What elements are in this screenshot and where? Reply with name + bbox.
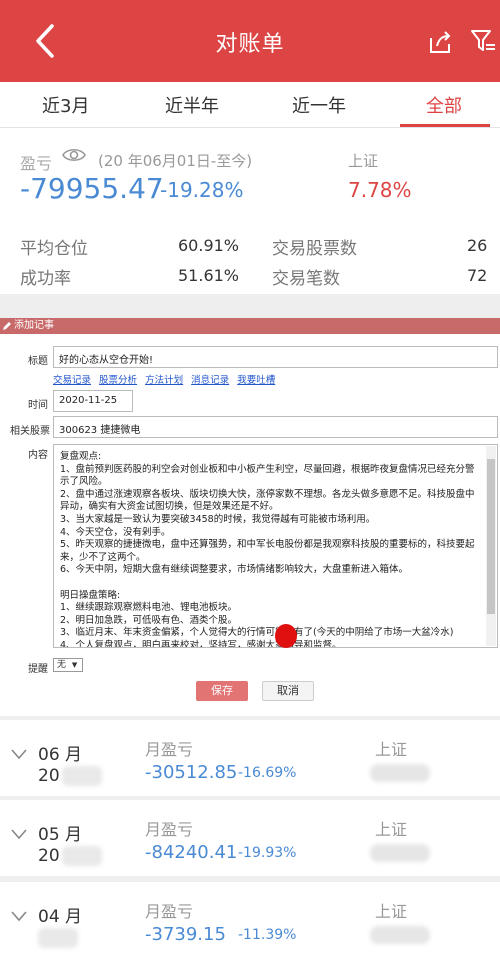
month-row[interactable]: 05 月 20 月盈亏 -84240.41 -19.93% 上证 — [0, 800, 500, 876]
stock-count-label: 交易股票数 — [272, 239, 357, 259]
link-trade-record[interactable]: 交易记录 — [53, 375, 91, 386]
blurred-year — [38, 928, 78, 948]
content-text: 复盘观点: 1、盘前预判医药股的利空会对创业板和中小板产生利空，尽量回避，根据昨… — [60, 451, 475, 648]
form-header: 添加记事 — [0, 318, 500, 334]
month-pl-percent: -19.93% — [238, 845, 297, 861]
total-pl-percent: -19.28% — [160, 178, 244, 202]
period-tabs: 近3月 近半年 近一年 全部 — [0, 82, 500, 128]
index-label: 上证 — [348, 152, 379, 170]
filter-icon[interactable] — [470, 28, 496, 54]
form-header-label: 添加记事 — [14, 320, 54, 331]
chevron-down-icon — [11, 829, 27, 840]
month-row[interactable]: 04 月 月盈亏 -3739.15 -11.39% 上证 — [0, 882, 500, 960]
chevron-down-icon — [11, 749, 27, 760]
chevron-down-icon — [11, 911, 27, 922]
top-bar: 对账单 — [0, 0, 500, 82]
month-pl-value: -30512.85 — [145, 762, 238, 783]
pencil-icon — [3, 322, 11, 330]
remind-value: 无 — [57, 660, 67, 670]
share-icon[interactable] — [427, 30, 453, 56]
blurred-year — [62, 846, 102, 866]
red-marker — [275, 624, 297, 648]
time-field-label: 时间 — [28, 400, 48, 411]
link-news-record[interactable]: 消息记录 — [191, 375, 229, 386]
content-field-label: 内容 — [28, 450, 48, 461]
tab-all[interactable]: 全部 — [426, 92, 462, 118]
year-label: 20 — [38, 766, 60, 786]
date-range: (20 年06月01日-至今) — [98, 152, 253, 170]
trade-count-label: 交易笔数 — [272, 269, 340, 289]
month-row[interactable]: 06 月 20 月盈亏 -30512.85 -16.69% 上证 — [0, 720, 500, 796]
month-pl-label: 月盈亏 — [145, 902, 194, 921]
month-label: 06 月 — [38, 745, 83, 765]
tab-one-year[interactable]: 近一年 — [292, 92, 346, 118]
time-input[interactable]: 2020-11-25 — [53, 390, 133, 412]
avg-position-value: 60.91% — [178, 236, 240, 255]
blurred-index-value — [370, 844, 430, 862]
month-index-label: 上证 — [375, 820, 408, 839]
add-note-form: 添加记事 标题 好的心态从空仓开始! 交易记录 股票分析 方法计划 消息记录 我… — [0, 318, 500, 716]
cancel-button[interactable]: 取消 — [262, 681, 314, 701]
win-rate-value: 51.61% — [178, 266, 240, 285]
title-input[interactable]: 好的心态从空仓开始! — [53, 346, 498, 368]
month-pl-label: 月盈亏 — [145, 740, 194, 759]
stock-count-value: 26 — [467, 236, 488, 255]
total-pl-value: -79955.47 — [20, 172, 164, 205]
month-index-label: 上证 — [375, 902, 408, 921]
stock-field-label: 相关股票 — [10, 426, 50, 437]
month-pl-percent: -11.39% — [238, 927, 297, 943]
stock-input[interactable]: 300623 捷捷微电 — [53, 416, 498, 438]
category-links: 交易记录 股票分析 方法计划 消息记录 我要吐槽 — [53, 372, 280, 386]
index-percent: 7.78% — [348, 178, 412, 202]
pl-label: 盈亏 — [20, 154, 53, 173]
textarea-scroll-thumb[interactable] — [487, 459, 495, 614]
link-method-plan[interactable]: 方法计划 — [145, 375, 183, 386]
month-label: 04 月 — [38, 907, 83, 927]
blurred-index-value — [370, 764, 430, 782]
dropdown-arrow-icon: ▼ — [71, 661, 78, 669]
save-button[interactable]: 保存 — [196, 681, 248, 701]
blurred-year — [62, 766, 102, 786]
month-pl-value: -84240.41 — [145, 842, 238, 863]
link-complaint[interactable]: 我要吐槽 — [237, 375, 275, 386]
title-field-label: 标题 — [28, 356, 48, 367]
month-pl-label: 月盈亏 — [145, 820, 194, 839]
eye-icon[interactable] — [62, 146, 86, 164]
month-pl-value: -3739.15 — [145, 924, 226, 945]
tab-3-months[interactable]: 近3月 — [42, 92, 89, 118]
blurred-index-value — [370, 926, 430, 944]
month-index-label: 上证 — [375, 740, 408, 759]
link-stock-analysis[interactable]: 股票分析 — [99, 375, 137, 386]
avg-position-label: 平均仓位 — [20, 239, 88, 259]
trade-count-value: 72 — [467, 266, 488, 285]
remind-select[interactable]: 无 ▼ — [53, 658, 83, 672]
tab-half-year[interactable]: 近半年 — [165, 92, 219, 118]
page-title: 对账单 — [215, 32, 285, 57]
remind-field-label: 提醒 — [28, 664, 48, 675]
win-rate-label: 成功率 — [20, 269, 71, 289]
month-label: 05 月 — [38, 825, 83, 845]
month-pl-percent: -16.69% — [238, 765, 297, 781]
summary-panel: 盈亏 (20 年06月01日-至今) 上证 -79955.47 -19.28% … — [0, 128, 500, 294]
year-label: 20 — [38, 846, 60, 866]
content-textarea[interactable]: 复盘观点: 1、盘前预判医药股的利空会对创业板和中小板产生利空，尽量回避，根据昨… — [53, 444, 498, 648]
